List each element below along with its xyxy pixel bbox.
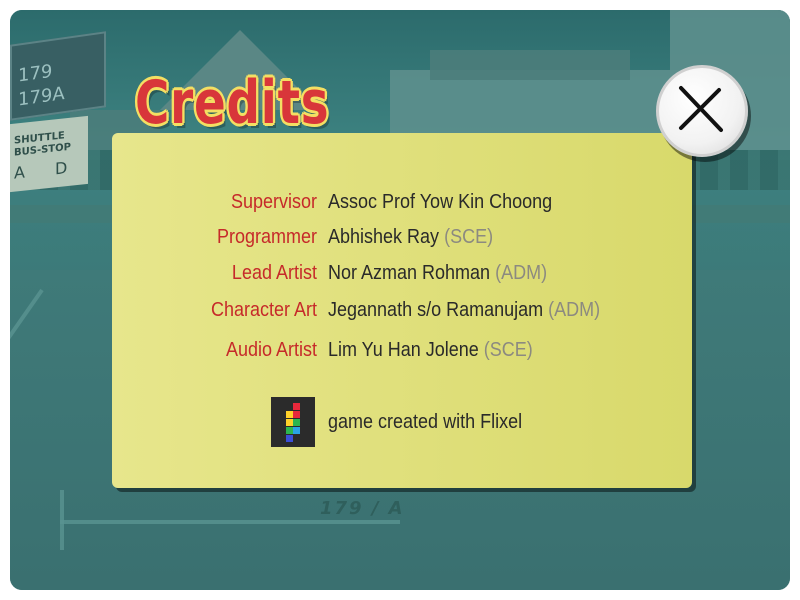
department: (SCE): [483, 339, 533, 361]
road-line: [60, 520, 400, 524]
credit-row: Supervisor Assoc Prof Yow Kin Choong: [112, 191, 692, 221]
person-name: Nor Azman Rohman: [328, 262, 491, 284]
flixel-credit-text: game created with Flixel: [328, 411, 523, 433]
close-button[interactable]: [656, 65, 748, 157]
department: (ADM): [495, 262, 548, 284]
department: (ADM): [548, 299, 601, 321]
credit-name: Abhishek Ray (SCE): [328, 226, 493, 249]
credits-panel: Supervisor Assoc Prof Yow Kin Choong Pro…: [112, 133, 692, 488]
person-name: Abhishek Ray: [328, 226, 440, 248]
department: (SCE): [444, 226, 494, 248]
person-name: Jegannath s/o Ramanujam: [328, 299, 544, 321]
bus-stop-sign: SHUTTLE BUS-STOP AD: [10, 115, 97, 193]
close-icon: [679, 86, 723, 132]
credit-role: Character Art: [210, 299, 317, 321]
road-line: [60, 490, 64, 550]
credit-role: Supervisor: [230, 191, 317, 213]
stop-letter: A: [14, 159, 55, 183]
credit-row: Character Art Jegannath s/o Ramanujam (A…: [112, 299, 692, 329]
page-title: Credits: [135, 68, 330, 138]
flixel-logo-icon[interactable]: [271, 397, 315, 447]
bus-number: 179: [18, 60, 53, 87]
credit-row: Audio Artist Lim Yu Han Jolene (SCE): [112, 339, 692, 369]
credit-name: Lim Yu Han Jolene (SCE): [328, 339, 533, 362]
credit-name: Jegannath s/o Ramanujam (ADM): [328, 299, 600, 322]
bus-number: 179A: [18, 83, 65, 111]
credit-role: Programmer: [216, 226, 317, 248]
background-building: [430, 50, 630, 80]
credit-row: Programmer Abhishek Ray (SCE): [112, 226, 692, 256]
credit-row: Lead Artist Nor Azman Rohman (ADM): [112, 262, 692, 292]
credit-name: Assoc Prof Yow Kin Choong: [328, 191, 552, 214]
credit-role: Audio Artist: [225, 339, 317, 361]
person-name: Assoc Prof Yow Kin Choong: [328, 191, 553, 213]
bus-number-board: 179 179A: [10, 31, 106, 121]
stop-sign-letters: AD: [14, 155, 97, 183]
credit-role: Lead Artist: [231, 262, 317, 284]
background-building: [390, 70, 690, 140]
person-name: Lim Yu Han Jolene: [328, 339, 479, 361]
road-marking: 179 / A: [320, 498, 405, 519]
credit-name: Nor Azman Rohman (ADM): [328, 262, 547, 285]
